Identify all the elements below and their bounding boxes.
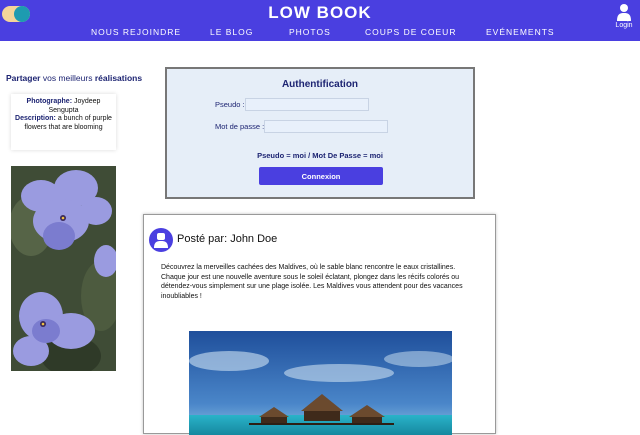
credentials-hint: Pseudo = moi / Mot De Passe = moi [257,151,383,160]
share-section-title: Partager vos meilleurs réalisations [6,73,142,83]
user-icon [617,3,631,21]
flower-photo [11,166,116,371]
blog-post: Posté par: John Doe Découvrez la merveil… [143,214,496,435]
photographer-label: Photographe: [26,98,73,105]
share-title-bold2: réalisations [94,73,143,83]
author-avatar [149,228,173,252]
photo-info-card: Photographe: Joydeep Sengupta Descriptio… [11,94,116,150]
nav-nous-rejoindre[interactable]: NOUS REJOINDRE [91,27,181,37]
password-input[interactable] [264,120,388,133]
share-title-plain: vos meilleurs [40,73,95,83]
nav-photos[interactable]: PHOTOS [289,27,331,37]
login-form: Authentification Pseudo : Mot de passe :… [165,67,475,199]
nav-coups-de-coeur[interactable]: COUPS DE COEUR [365,27,456,37]
user-avatar-icon [154,233,168,248]
maldives-photo [189,331,452,435]
nav-evenements[interactable]: EVÉNEMENTS [486,27,555,37]
connexion-button[interactable]: Connexion [259,167,383,185]
share-title-bold: Partager [6,73,41,83]
pseudo-input[interactable] [245,98,369,111]
auth-title: Authentification [281,79,359,90]
password-label: Mot de passe : [215,122,265,131]
post-body: Découvrez la merveilles cachées des Mald… [161,264,463,300]
post-author: Posté par: John Doe [177,233,278,245]
login-label: Login [615,22,633,29]
nav-le-blog[interactable]: LE BLOG [210,27,253,37]
login-button[interactable]: Login [611,3,637,29]
description-label: Description: [15,115,56,122]
top-header: LOW BOOK NOUS REJOINDRE LE BLOG PHOTOS C… [0,0,640,41]
site-title: LOW BOOK [268,3,372,22]
pseudo-label: Pseudo : [215,100,245,109]
